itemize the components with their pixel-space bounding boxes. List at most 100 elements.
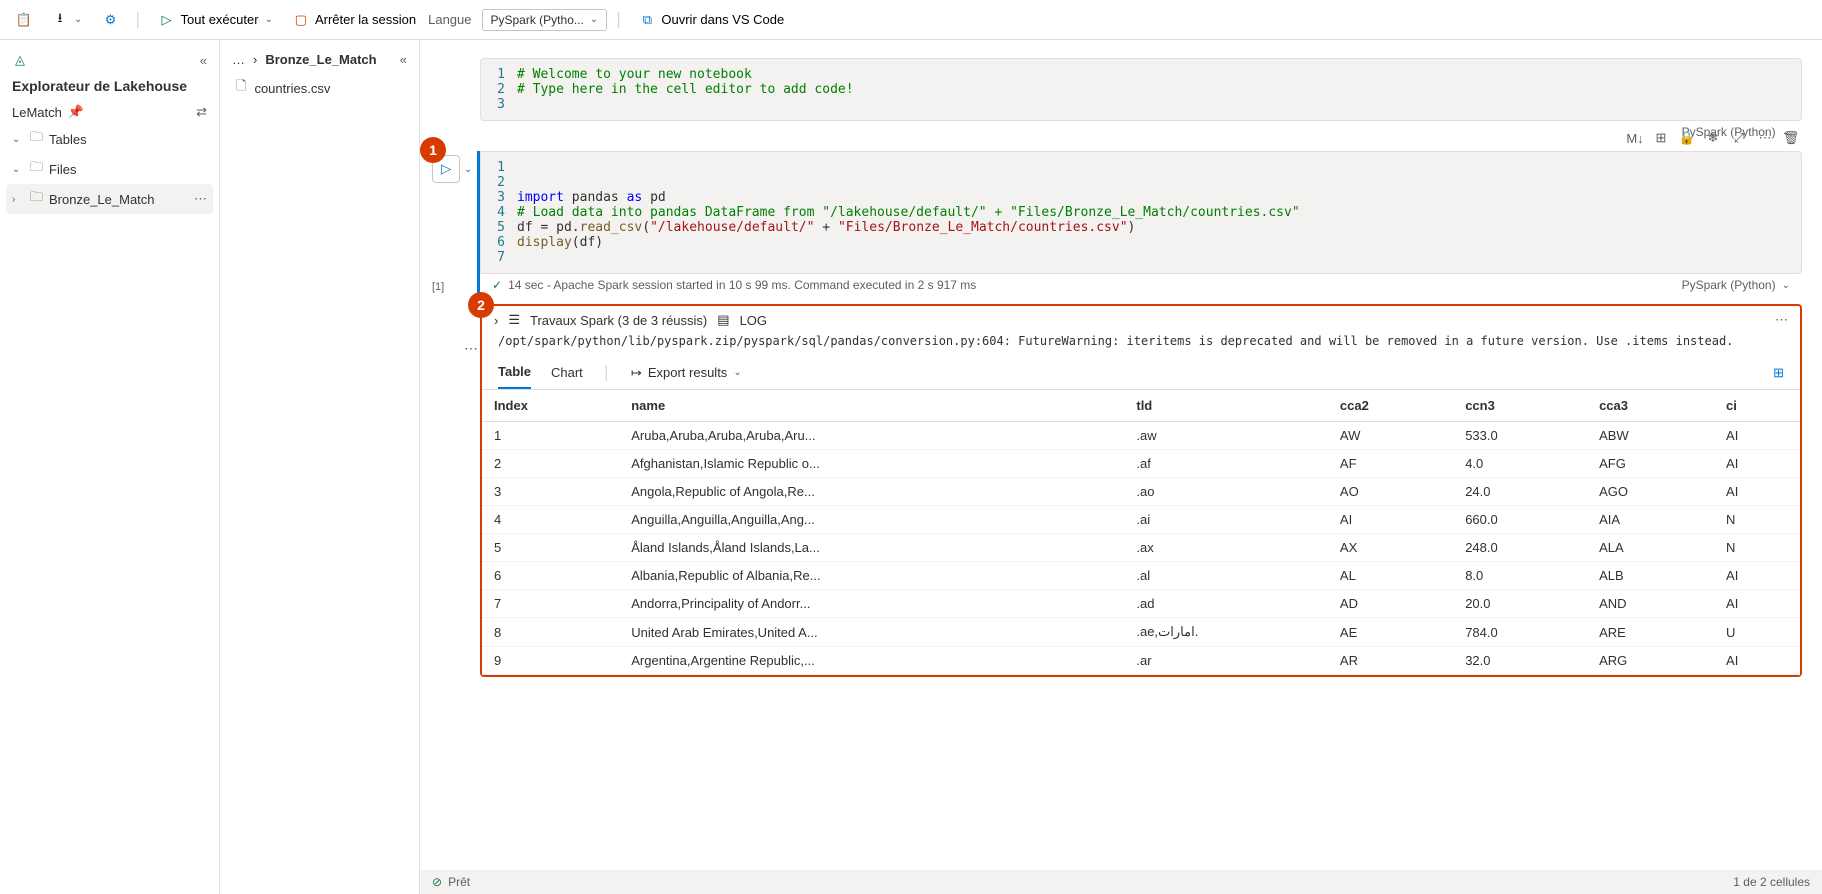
table-cell: .ai bbox=[1124, 506, 1328, 534]
collapse-sidebar-button[interactable]: « bbox=[200, 53, 207, 68]
folder-green-icon: 🗀 bbox=[30, 188, 43, 210]
line-number: 3 bbox=[481, 97, 517, 112]
output-tab-chart[interactable]: Chart bbox=[551, 357, 583, 388]
table-cell: AL bbox=[1328, 562, 1453, 590]
table-row[interactable]: 5Åland Islands,Åland Islands,La....axAX2… bbox=[482, 534, 1800, 562]
table-row[interactable]: 1Aruba,Aruba,Aruba,Aruba,Aru....awAW533.… bbox=[482, 422, 1800, 450]
tree-tables[interactable]: ⌄ 🗀 Tables bbox=[0, 124, 219, 154]
table-row[interactable]: 8United Arab Emirates,United A....ae,اما… bbox=[482, 618, 1800, 647]
code-line bbox=[517, 160, 1801, 175]
table-header[interactable]: cca3 bbox=[1587, 390, 1714, 422]
spark-jobs-label[interactable]: Travaux Spark (3 de 3 réussis) bbox=[530, 313, 707, 328]
breadcrumb: … › Bronze_Le_Match « bbox=[220, 48, 419, 71]
tree-bronze-folder[interactable]: › 🗀 Bronze_Le_Match ⋯ bbox=[6, 184, 213, 214]
output-tab-table[interactable]: Table bbox=[498, 356, 531, 389]
table-cell: N bbox=[1714, 534, 1800, 562]
language-dropdown[interactable]: PySpark (Pytho... ⌄ bbox=[482, 9, 608, 31]
file-name: countries.csv bbox=[254, 81, 330, 96]
chevron-down-icon: ⌄ bbox=[733, 367, 741, 378]
table-row[interactable]: 4Anguilla,Anguilla,Anguilla,Ang....aiAI6… bbox=[482, 506, 1800, 534]
cell-expand-button[interactable]: ⤢ bbox=[1728, 127, 1750, 149]
file-countries-csv[interactable]: 🗋 countries.csv bbox=[220, 71, 419, 105]
data-table-container[interactable]: Indexnametldcca2ccn3cca3ci 1Aruba,Aruba,… bbox=[482, 390, 1800, 675]
run-all-button[interactable]: ▷ Tout exécuter ⌄ bbox=[151, 8, 281, 32]
table-cell: 32.0 bbox=[1453, 647, 1587, 675]
settings-button[interactable]: ⚙ bbox=[94, 8, 126, 32]
table-cell: AX bbox=[1328, 534, 1453, 562]
table-row[interactable]: 3Angola,Republic of Angola,Re....aoAO24.… bbox=[482, 478, 1800, 506]
output-more-button[interactable]: ⋯ bbox=[1775, 312, 1788, 328]
log-label[interactable]: LOG bbox=[740, 313, 767, 328]
more-options-icon[interactable]: ⋯ bbox=[194, 191, 207, 207]
table-cell: AI bbox=[1714, 562, 1800, 590]
table-row[interactable]: 2Afghanistan,Islamic Republic o....afAF4… bbox=[482, 450, 1800, 478]
save-icon-button[interactable]: 📋 bbox=[8, 8, 40, 32]
open-vscode-label: Ouvrir dans VS Code bbox=[661, 12, 784, 27]
table-header[interactable]: tld bbox=[1124, 390, 1328, 422]
table-header[interactable]: ccn3 bbox=[1453, 390, 1587, 422]
table-header[interactable]: ci bbox=[1714, 390, 1800, 422]
table-cell: AFG bbox=[1587, 450, 1714, 478]
code-line bbox=[517, 250, 1801, 265]
chevron-down-icon[interactable]: ⌄ bbox=[464, 164, 472, 175]
code-line bbox=[517, 175, 1801, 190]
table-cell: .ax bbox=[1124, 534, 1328, 562]
open-vscode-button[interactable]: ⧉ Ouvrir dans VS Code bbox=[631, 8, 792, 32]
folder-icon: 🗀 bbox=[30, 158, 43, 180]
code-cell-1[interactable]: 1# Welcome to your new notebook 2# Type … bbox=[480, 58, 1802, 143]
table-header[interactable]: name bbox=[619, 390, 1124, 422]
table-cell: AW bbox=[1328, 422, 1453, 450]
table-header[interactable]: Index bbox=[482, 390, 619, 422]
results-table: Indexnametldcca2ccn3cca3ci 1Aruba,Aruba,… bbox=[482, 390, 1800, 675]
table-header[interactable]: cca2 bbox=[1328, 390, 1453, 422]
table-cell: 9 bbox=[482, 647, 619, 675]
chevron-down-icon: ⌄ bbox=[590, 14, 598, 25]
stop-session-button[interactable]: ▢ Arrêter la session bbox=[285, 8, 424, 32]
table-row[interactable]: 9Argentina,Argentine Republic,....arAR32… bbox=[482, 647, 1800, 675]
breadcrumb-dots[interactable]: … bbox=[232, 52, 245, 67]
output-expand-button[interactable]: ⊞ bbox=[1773, 365, 1784, 381]
table-cell: Anguilla,Anguilla,Anguilla,Ang... bbox=[619, 506, 1124, 534]
breadcrumb-item[interactable]: Bronze_Le_Match bbox=[265, 52, 376, 67]
check-icon: ✓ bbox=[492, 278, 502, 292]
line-number: 1 bbox=[481, 160, 517, 175]
code-line: # Load data into pandas DataFrame from "… bbox=[517, 205, 1801, 220]
separator: │ bbox=[134, 12, 142, 27]
chevron-right-icon: › bbox=[253, 52, 257, 67]
table-row[interactable]: 6Albania,Republic of Albania,Re....alAL8… bbox=[482, 562, 1800, 590]
table-cell: AO bbox=[1328, 478, 1453, 506]
table-cell: AD bbox=[1328, 590, 1453, 618]
cell-more-button[interactable]: ⋯ bbox=[1754, 127, 1776, 149]
table-cell: Angola,Republic of Angola,Re... bbox=[619, 478, 1124, 506]
export-results-button[interactable]: ↦ Export results ⌄ bbox=[631, 365, 742, 381]
table-cell: AIA bbox=[1587, 506, 1714, 534]
export-label: Export results bbox=[648, 365, 727, 380]
chevron-right-icon[interactable]: › bbox=[494, 313, 498, 328]
code-cell-2[interactable]: 1 M↓ ⊞ 🔒 ❄ ⤢ ⋯ 🗑 ▷ ⌄ 1 2 3import pandas … bbox=[477, 151, 1802, 296]
chevron-down-icon[interactable]: ⌄ bbox=[1782, 280, 1790, 291]
table-cell: 8 bbox=[482, 618, 619, 647]
top-toolbar: 📋 ⭳⌄ ⚙ │ ▷ Tout exécuter ⌄ ▢ Arrêter la … bbox=[0, 0, 1822, 40]
swap-icon[interactable]: ⇄ bbox=[196, 104, 207, 120]
chevron-down-icon: ⌄ bbox=[265, 14, 273, 25]
pin-icon[interactable]: 📌 bbox=[68, 104, 84, 120]
output-more-icon[interactable]: ⋯ bbox=[464, 340, 476, 357]
table-cell: AI bbox=[1714, 422, 1800, 450]
line-number: 2 bbox=[481, 175, 517, 190]
cell-freeze-button[interactable]: ❄ bbox=[1702, 127, 1724, 149]
table-cell: 2 bbox=[482, 450, 619, 478]
file-browser-panel: … › Bronze_Le_Match « 🗋 countries.csv bbox=[220, 40, 420, 894]
cell-markdown-button[interactable]: M↓ bbox=[1624, 127, 1646, 149]
download-button[interactable]: ⭳⌄ bbox=[44, 8, 90, 32]
tree-files[interactable]: ⌄ 🗀 Files bbox=[0, 154, 219, 184]
table-row[interactable]: 7Andorra,Principality of Andorr....adAD2… bbox=[482, 590, 1800, 618]
cell-delete-button[interactable]: 🗑 bbox=[1780, 127, 1802, 149]
collapse-panel-button[interactable]: « bbox=[400, 52, 407, 67]
vscode-icon: ⧉ bbox=[639, 12, 655, 28]
cell-add-button[interactable]: ⊞ bbox=[1650, 127, 1672, 149]
lakehouse-name: LeMatch bbox=[12, 105, 62, 120]
cell-lock-button[interactable]: 🔒 bbox=[1676, 127, 1698, 149]
table-cell: 24.0 bbox=[1453, 478, 1587, 506]
table-cell: ALA bbox=[1587, 534, 1714, 562]
execution-status: 14 sec - Apache Spark session started in… bbox=[508, 278, 976, 292]
